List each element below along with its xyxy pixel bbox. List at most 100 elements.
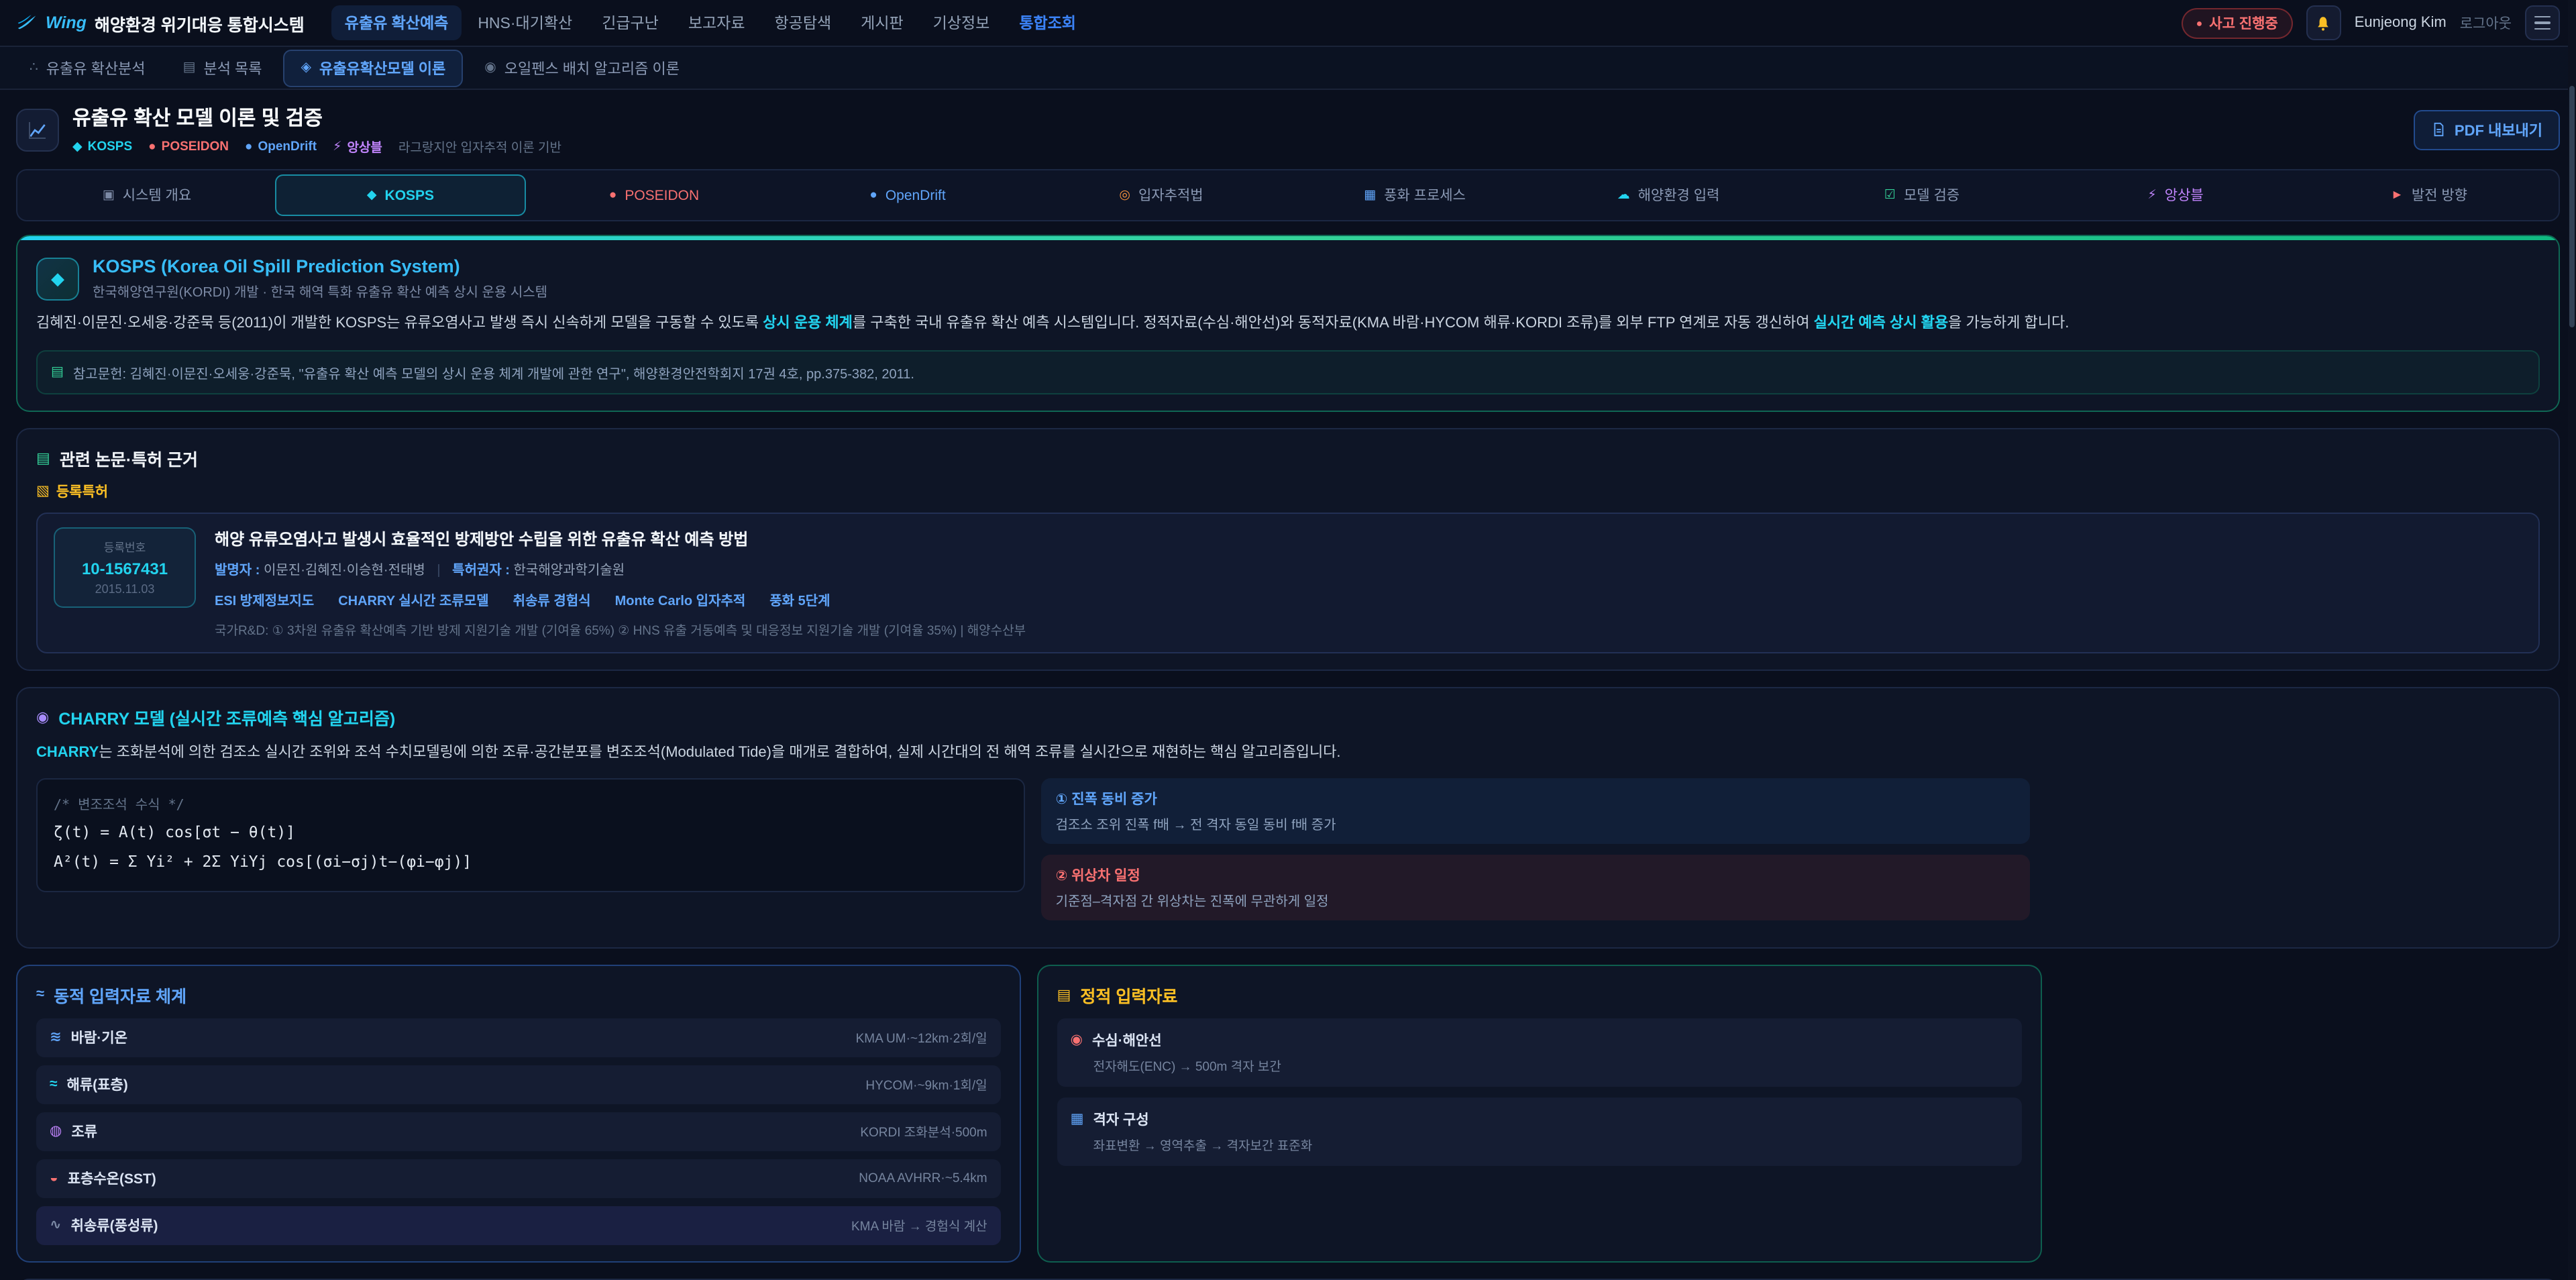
diamond-icon: ◆ <box>72 139 83 154</box>
note-body: 기준점–격자점 간 위상차는 진폭에 무관하게 일정 <box>1056 895 1329 910</box>
patent-tag[interactable]: CHARRY 실시간 조류모델 <box>338 588 488 608</box>
monitor-icon: ▣ <box>103 188 115 203</box>
section-tab-ensemble[interactable]: ⚡앙상블 <box>2050 174 2301 216</box>
highlight-text: CHARRY <box>36 744 99 760</box>
nav-item-hns-atmospheric[interactable]: HNS·대기확산 <box>464 5 586 40</box>
charry-description: CHARRY는 조화분석에 의한 검조소 실시간 조위와 조석 수치모델링에 의… <box>36 740 2540 764</box>
top-navigation: Wing 해양환경 위기대응 통합시스템 유출유 확산예측 HNS·대기확산 긴… <box>0 0 2576 47</box>
section-tab-weathering[interactable]: ▦풍화 프로세스 <box>1289 174 1540 216</box>
patent-card[interactable]: 등록번호 10-1567431 2015.11.03 해양 유류오염사고 발생시… <box>36 512 2540 653</box>
scrollbar[interactable] <box>2568 0 2576 1280</box>
tab-analysis-list[interactable]: ▤ 분석 목록 <box>167 50 278 85</box>
folder-icon: ▤ <box>1057 986 1071 1004</box>
nav-item-weather-info[interactable]: 기상정보 <box>920 5 1004 40</box>
reference-text: 참고문헌: 김혜진·이문진·오세웅·강준묵, "유출유 확산 예측 모델의 상시… <box>73 362 914 382</box>
data-row-wind[interactable]: ≋바람·기온 KMA UM·~12km·2회/일 <box>36 1018 1001 1057</box>
holder-label: 특허권자 : <box>452 563 510 578</box>
section-tab-poseidon[interactable]: ●POSEIDON <box>529 174 780 216</box>
data-row-sst[interactable]: ◒표층수온(SST) NOAA AVHRR·~5.4km <box>36 1159 1001 1198</box>
nav-item-board[interactable]: 게시판 <box>847 5 917 40</box>
nav-item-integrated-search[interactable]: 통합조회 <box>1006 5 1089 40</box>
wind-icon: ≋ <box>50 1030 62 1046</box>
gust-icon: ∿ <box>50 1218 62 1234</box>
dot-icon: ● <box>148 139 156 154</box>
check-icon: ☑ <box>1884 188 1896 203</box>
notifications-button[interactable] <box>2306 5 2341 40</box>
document-icon <box>2432 122 2447 137</box>
nav-item-emergency-rescue[interactable]: 긴급구난 <box>588 5 672 40</box>
charry-title: ◉ CHARRY 모델 (실시간 조류예측 핵심 알고리즘) <box>36 704 2540 729</box>
row-value: KMA UM·~12km·2회/일 <box>856 1028 987 1047</box>
hamburger-icon <box>2534 15 2551 30</box>
row-value: KORDI 조화분석·500m <box>860 1122 987 1141</box>
kosps-diamond-icon: ◆ <box>36 257 79 300</box>
data-row-current[interactable]: ≈해류(표층) HYCOM·~9km·1회/일 <box>36 1065 1001 1104</box>
cloud-icon: ☁ <box>1617 188 1630 203</box>
data-row-tide[interactable]: ◍조류 KORDI 조화분석·500m <box>36 1112 1001 1151</box>
grid-icon: ▦ <box>1364 188 1376 203</box>
patent-tag[interactable]: ESI 방제정보지도 <box>215 588 314 608</box>
menu-button[interactable] <box>2525 5 2560 40</box>
target-icon: ◉ <box>484 60 496 75</box>
badge-kosps: ◆KOSPS <box>72 139 132 154</box>
patent-icon: ▧ <box>36 483 50 499</box>
kosps-description: 김혜진·이문진·오세웅·강준묵 등(2011)이 개발한 KOSPS는 유류오염… <box>36 311 2540 336</box>
page-subtitle: 라그랑지안 입자추적 이론 기반 <box>398 137 561 156</box>
badge-opendrift: ●OpenDrift <box>245 139 317 154</box>
pin-icon: ◉ <box>1071 1032 1083 1049</box>
pdf-export-button[interactable]: PDF 내보내기 <box>2414 109 2560 150</box>
tab-oilfence-algorithm-theory[interactable]: ◉ 오일펜스 배치 알고리즘 이론 <box>468 50 696 85</box>
formula-line: ζ(t) = A(t) cos[σt − θ(t)] <box>54 818 1008 848</box>
data-row-bathymetry[interactable]: ◉수심·해안선 전자해도(ENC) → 500m 격자 보간 <box>1057 1018 2022 1087</box>
page-icon <box>16 108 59 151</box>
static-input-card: ▤ 정적 입력자료 ◉수심·해안선 전자해도(ENC) → 500m 격자 보간… <box>1037 965 2042 1263</box>
swirl-icon: ◎ <box>1119 188 1130 203</box>
incident-status-label: 사고 진행중 <box>2209 13 2277 33</box>
dot-icon: ● <box>609 188 617 203</box>
section-tab-validation[interactable]: ☑모델 검증 <box>1796 174 2047 216</box>
sub-tab-bar: ∴ 유출유 확산분석 ▤ 분석 목록 ◈ 유출유확산모델 이론 ◉ 오일펜스 배… <box>0 47 2576 90</box>
registration-number-box: 등록번호 10-1567431 2015.11.03 <box>54 527 196 607</box>
registration-date: 2015.11.03 <box>63 582 186 595</box>
gradient-accent-bar <box>17 236 2559 240</box>
scrollbar-thumb[interactable] <box>2569 86 2575 327</box>
patent-evidence-card: ▤ 관련 논문·특허 근거 ▧ 등록특허 등록번호 10-1567431 201… <box>16 427 2560 670</box>
brand[interactable]: Wing 해양환경 위기대응 통합시스템 <box>16 10 305 36</box>
scatter-chart-icon: ∴ <box>30 60 38 75</box>
data-row-wind-driven-current[interactable]: ∿취송류(풍성류) KMA 바람 → 경험식 계산 <box>36 1206 1001 1245</box>
inventors: 이문진·김혜진·이승현·전태병 <box>264 563 425 578</box>
nav-item-aerial-search[interactable]: 항공탐색 <box>761 5 845 40</box>
page-title: 유출유 확산 모델 이론 및 검증 <box>72 103 561 131</box>
row-value: KMA 바람 → 경험식 계산 <box>851 1216 987 1235</box>
section-tab-ocean-input[interactable]: ☁해양환경 입력 <box>1543 174 1794 216</box>
registered-patent-badge: ▧ 등록특허 <box>36 481 2540 501</box>
logout-button[interactable]: 로그아웃 <box>2460 13 2512 33</box>
patent-tag[interactable]: 취송류 경험식 <box>513 588 591 608</box>
incident-status-badge[interactable]: ● 사고 진행중 <box>2182 7 2293 38</box>
tab-diffusion-analysis[interactable]: ∴ 유출유 확산분석 <box>13 50 162 85</box>
data-row-grid[interactable]: ▦격자 구성 좌표변환 → 영역추출 → 격자보간 표준화 <box>1057 1098 2022 1166</box>
user-name[interactable]: Eunjeong Kim <box>2355 15 2447 31</box>
highlight-text: 실시간 예측 상시 활용 <box>1814 315 1949 331</box>
charry-notes: ① 진폭 동비 증가 검조소 조위 진폭 f배 → 전 격자 동일 동비 f배 … <box>1041 778 2030 931</box>
nav-item-reports[interactable]: 보고자료 <box>675 5 759 40</box>
reference-box: ▤ 참고문헌: 김혜진·이문진·오세웅·강준묵, "유출유 확산 예측 모델의 … <box>36 350 2540 394</box>
dynamic-input-title: ≈ 동적 입력자료 체계 <box>36 982 1001 1008</box>
temperature-icon: ◒ <box>50 1171 58 1187</box>
section-tab-particle-tracking[interactable]: ◎입자추적법 <box>1036 174 1287 216</box>
tab-diffusion-model-theory[interactable]: ◈ 유출유확산모델 이론 <box>284 49 464 87</box>
current-icon: ≈ <box>50 1077 58 1093</box>
section-tabs: ▣시스템 개요 ◆KOSPS ●POSEIDON ●OpenDrift ◎입자추… <box>16 169 2560 221</box>
nav-item-oil-spill-prediction[interactable]: 유출유 확산예측 <box>331 5 462 40</box>
section-tab-future[interactable]: ►발전 방향 <box>2304 174 2555 216</box>
patent-tag[interactable]: 풍화 5단계 <box>769 588 830 608</box>
section-tab-overview[interactable]: ▣시스템 개요 <box>21 174 272 216</box>
kosps-header: ◆ KOSPS (Korea Oil Spill Prediction Syst… <box>36 256 2540 301</box>
section-tab-kosps[interactable]: ◆KOSPS <box>275 174 526 216</box>
registration-number: 10-1567431 <box>63 559 186 578</box>
dot-icon: ● <box>869 188 877 203</box>
model-icon: ◈ <box>301 60 311 75</box>
section-tab-opendrift[interactable]: ●OpenDrift <box>782 174 1033 216</box>
patent-tag[interactable]: Monte Carlo 입자추적 <box>615 588 746 608</box>
kosps-overview-card: ◆ KOSPS (Korea Oil Spill Prediction Syst… <box>16 235 2560 411</box>
